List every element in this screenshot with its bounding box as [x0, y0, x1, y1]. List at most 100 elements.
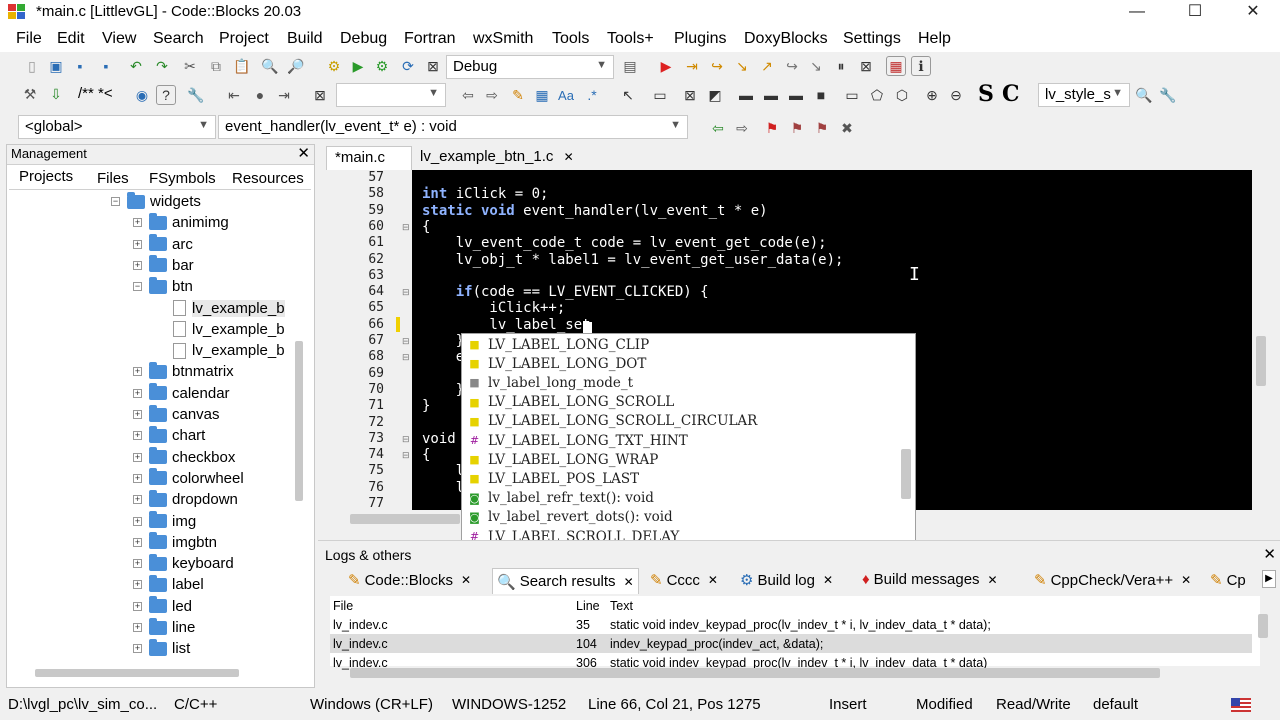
new-file-icon[interactable]: ▯: [22, 56, 42, 76]
expand-icon[interactable]: +: [133, 537, 142, 547]
run-icon[interactable]: ▶: [348, 56, 368, 76]
result-cell-text[interactable]: indev_keypad_proc(indev_act, &data);: [610, 637, 823, 651]
fold-marker-icon[interactable]: ⊟: [402, 352, 410, 363]
debug-info-icon[interactable]: ℹ: [911, 56, 931, 76]
autocomplete-item[interactable]: ◙ lv_label_refr_text(): void: [462, 489, 894, 508]
checkbox-tool-icon[interactable]: ▬: [786, 85, 806, 105]
expand-icon[interactable]: +: [133, 388, 142, 398]
tree-item[interactable]: + colorwheel: [133, 468, 244, 489]
tree-item[interactable]: lv_example_b: [173, 340, 285, 361]
tree-item[interactable]: + calendar: [133, 383, 230, 404]
highlight-icon[interactable]: ✎: [508, 85, 528, 105]
clear-icon[interactable]: ⊠: [310, 85, 330, 105]
find-next-icon[interactable]: ⇨: [482, 85, 502, 105]
open-file-icon[interactable]: ▣: [46, 56, 66, 76]
expand-icon[interactable]: +: [133, 580, 142, 590]
menu-help[interactable]: Help: [918, 30, 951, 48]
result-cell-line[interactable]: 35: [576, 618, 590, 632]
close-icon[interactable]: ✕: [624, 575, 634, 589]
menu-build[interactable]: Build: [287, 30, 323, 48]
chevron-right-icon[interactable]: ▶: [1262, 570, 1276, 588]
menu-debug[interactable]: Debug: [340, 30, 387, 48]
menu-plugins[interactable]: Plugins: [674, 30, 726, 48]
column-header-text[interactable]: Text: [610, 599, 633, 613]
replace-icon[interactable]: 🔎: [286, 56, 306, 76]
tab-build-messages[interactable]: ♦ Build messages ✕: [862, 571, 998, 588]
tree-item[interactable]: + list: [133, 638, 190, 659]
menu-tools-plus[interactable]: Tools+: [607, 30, 654, 48]
fold-marker-icon[interactable]: ⊟: [402, 434, 410, 445]
fold-marker-icon[interactable]: ⊟: [402, 450, 410, 461]
expand-icon[interactable]: +: [133, 495, 142, 505]
tree-item[interactable]: + checkbox: [133, 447, 235, 468]
autocomplete-item[interactable]: ■ LV_LABEL_POS_LAST: [462, 469, 894, 488]
close-icon[interactable]: ✕: [988, 573, 998, 587]
menu-view[interactable]: View: [102, 30, 136, 48]
tab-build-log[interactable]: ⚙ Build log ✕: [740, 571, 833, 590]
regex-icon[interactable]: .*: [582, 85, 602, 105]
tree-item[interactable]: + chart: [133, 425, 205, 446]
tree-item[interactable]: + bar: [133, 255, 194, 276]
abort-icon[interactable]: ⊠: [423, 56, 443, 76]
undo-icon[interactable]: ↶: [126, 56, 146, 76]
style-select[interactable]: lv_style_s ▼: [1038, 83, 1130, 107]
autocomplete-item[interactable]: # LV_LABEL_LONG_TXT_HINT: [462, 431, 894, 450]
expand-icon[interactable]: +: [133, 431, 142, 441]
expand-icon[interactable]: +: [133, 367, 142, 377]
symbol-search-icon[interactable]: 🔍: [1134, 85, 1154, 105]
editor-horizontal-scrollbar[interactable]: [350, 514, 460, 524]
bookmark-clear-icon[interactable]: ✖: [837, 118, 857, 138]
target-options-icon[interactable]: ▤: [620, 56, 640, 76]
result-cell-line[interactable]: 104: [576, 637, 597, 651]
logs-horizontal-scrollbar[interactable]: [350, 668, 1160, 678]
expand-icon[interactable]: +: [133, 260, 142, 270]
autocomplete-scrollbar[interactable]: [901, 449, 911, 499]
autocomplete-item[interactable]: ◙ lv_label_revert_dots(): void: [462, 508, 894, 527]
tree-item[interactable]: − btn: [133, 276, 193, 297]
result-cell-file[interactable]: lv_indev.c: [333, 637, 388, 651]
shape-hex-icon[interactable]: ⬡: [892, 85, 912, 105]
tab-cp[interactable]: ✎ Cp: [1210, 571, 1246, 590]
menu-tools[interactable]: Tools: [552, 30, 589, 48]
expand-icon[interactable]: +: [133, 452, 142, 462]
symbol-settings-icon[interactable]: 🔧: [1158, 85, 1178, 105]
autocomplete-item[interactable]: ■ LV_LABEL_LONG_CLIP: [462, 335, 894, 354]
next-line-icon[interactable]: ↪: [707, 56, 727, 76]
column-header-file[interactable]: File: [333, 599, 353, 613]
menu-fortran[interactable]: Fortran: [404, 30, 456, 48]
next-instruction-icon[interactable]: ↪: [782, 56, 802, 76]
close-button[interactable]: ✕: [1230, 0, 1276, 26]
result-cell-text[interactable]: static void indev_keypad_proc(lv_indev_t…: [610, 618, 991, 632]
tree-item[interactable]: + dropdown: [133, 489, 238, 510]
menu-wxsmith[interactable]: wxSmith: [473, 30, 533, 48]
autocomplete-item[interactable]: ■ lv_label_long_mode_t: [462, 373, 894, 392]
jump-forward-icon[interactable]: ⇨: [732, 118, 752, 138]
close-icon[interactable]: ✕: [297, 144, 310, 162]
cut-icon[interactable]: ✂: [180, 56, 200, 76]
line-icon[interactable]: ◩: [705, 85, 725, 105]
shape-rect-icon[interactable]: ▭: [842, 85, 862, 105]
pointer-icon[interactable]: ↖: [618, 85, 638, 105]
close-icon[interactable]: ✕: [564, 150, 574, 164]
jump-back-icon[interactable]: ⇤: [224, 85, 244, 105]
tab-main-c[interactable]: *main.c ✕: [326, 146, 412, 182]
stop-debug-icon[interactable]: ⊠: [856, 56, 876, 76]
expand-icon[interactable]: +: [133, 601, 142, 611]
expand-icon[interactable]: +: [133, 239, 142, 249]
tree-item[interactable]: + btnmatrix: [133, 361, 234, 382]
step-into-icon[interactable]: ↘: [732, 56, 752, 76]
shape-arrow-icon[interactable]: ⬠: [867, 85, 887, 105]
search-combo[interactable]: ▼: [336, 83, 446, 107]
build-gear-icon[interactable]: ⚙: [324, 56, 344, 76]
bookmark-next-icon[interactable]: ⚑: [812, 118, 832, 138]
tab-fsymbols[interactable]: FSymbols: [149, 170, 216, 187]
collapse-icon[interactable]: −: [133, 282, 142, 292]
autocomplete-item[interactable]: ■ LV_LABEL_LONG_SCROLL: [462, 393, 894, 412]
panel-icon[interactable]: ■: [811, 85, 831, 105]
symbol-s-icon[interactable]: S: [978, 81, 994, 107]
chm-help-icon[interactable]: ?: [156, 85, 176, 105]
tree-item[interactable]: + line: [133, 617, 195, 638]
tree-item[interactable]: lv_example_b: [173, 319, 285, 340]
minimize-button[interactable]: —: [1114, 0, 1160, 26]
html-docs-icon[interactable]: ◉: [132, 85, 152, 105]
